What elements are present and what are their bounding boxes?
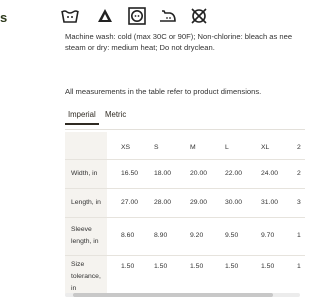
care-line: Machine wash: cold (max 30C or 90F); Non… <box>65 32 293 41</box>
table-cell: 1.50 <box>225 263 239 270</box>
table-row: Size tolerance, in 1.50 1.50 1.50 1.50 1… <box>65 256 305 294</box>
table-cell: 24.00 <box>261 170 279 177</box>
table-cell: 1.50 <box>190 263 204 270</box>
tab-metric[interactable]: Metric <box>105 110 126 119</box>
do-not-dryclean-icon <box>189 6 209 26</box>
table-cell: 1 <box>297 263 301 270</box>
size-header: L <box>225 144 229 151</box>
no-bleach-icon <box>95 6 115 26</box>
table-cell: 8.90 <box>154 232 168 239</box>
wash-30-icon <box>60 6 80 26</box>
table-cell: 1 <box>297 232 301 239</box>
row-label: Width, in <box>71 170 98 177</box>
table-cell: 18.00 <box>154 170 172 177</box>
measurements-note: All measurements in the table refer to p… <box>65 87 262 96</box>
size-header: M <box>190 144 196 151</box>
table-cell: 30.00 <box>225 199 243 206</box>
table-cell: 1.50 <box>121 263 135 270</box>
table-cell: 31.00 <box>261 199 279 206</box>
table-cell: 16.50 <box>121 170 139 177</box>
row-label: Length, in <box>71 199 101 206</box>
size-header: 2 <box>297 144 301 151</box>
table-cell: 1.50 <box>154 263 168 270</box>
active-tab-indicator <box>65 123 99 125</box>
table-cell: 9.20 <box>190 232 204 239</box>
section-title: s <box>0 10 8 25</box>
table-row: Width, in 16.50 18.00 20.00 22.00 24.00 … <box>65 160 305 189</box>
row-label: Size tolerance, in <box>71 261 101 292</box>
table-horizontal-scrollbar[interactable] <box>65 293 300 297</box>
row-label: Sleeve length, in <box>71 226 99 245</box>
size-header: S <box>154 144 159 151</box>
size-header: XL <box>261 144 270 151</box>
table-cell: 3 <box>297 199 301 206</box>
table-cell: 9.70 <box>261 232 275 239</box>
table-cell: 2 <box>297 170 301 177</box>
table-cell: 29.00 <box>190 199 208 206</box>
header-label-cell <box>65 132 107 159</box>
tab-imperial[interactable]: Imperial <box>68 110 96 119</box>
table-cell: 28.00 <box>154 199 172 206</box>
table-cell: 1.50 <box>261 263 275 270</box>
table-header-row: XS S M L XL 2 <box>65 132 305 160</box>
tumble-dry-medium-icon <box>127 6 147 26</box>
scrollbar-thumb[interactable] <box>73 293 273 297</box>
care-line: steam or dry: medium heat; Do not drycle… <box>65 43 215 52</box>
table-cell: 8.60 <box>121 232 135 239</box>
table-cell: 9.50 <box>225 232 239 239</box>
table-row: Sleeve length, in 8.60 8.90 9.20 9.50 9.… <box>65 218 305 256</box>
table-cell: 22.00 <box>225 170 243 177</box>
table-cell: 27.00 <box>121 199 139 206</box>
iron-medium-icon <box>158 6 178 26</box>
size-header: XS <box>121 144 131 151</box>
table-cell: 20.00 <box>190 170 208 177</box>
tabs-divider <box>65 129 305 130</box>
care-instructions: Machine wash: cold (max 30C or 90F); Non… <box>65 31 305 53</box>
table-row: Length, in 27.00 28.00 29.00 30.00 31.00… <box>65 189 305 218</box>
